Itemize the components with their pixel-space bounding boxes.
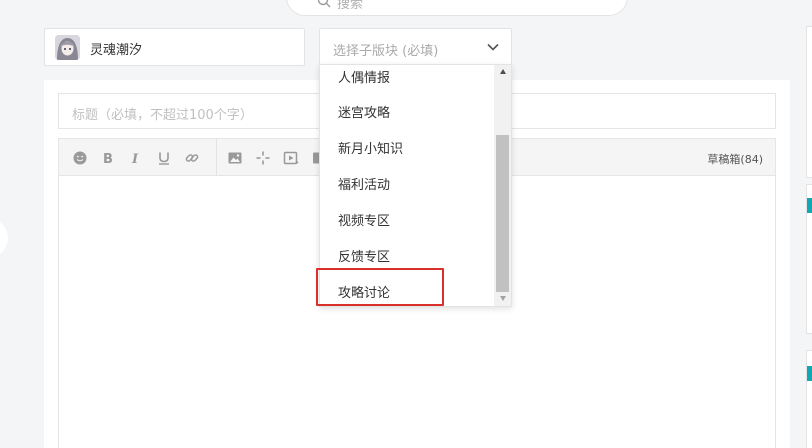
scrollbar-thumb[interactable] [496, 135, 509, 292]
image-icon[interactable] [227, 150, 243, 166]
right-sidebar-card [806, 350, 812, 448]
dropdown-item[interactable]: 反馈专区 [338, 246, 390, 265]
bold-icon[interactable]: B [100, 150, 116, 166]
italic-icon[interactable]: I [128, 150, 144, 166]
toolbar-divider [216, 139, 217, 175]
accent-bar [807, 366, 812, 381]
scroll-up-arrow-icon[interactable] [500, 69, 506, 74]
draft-box-link[interactable]: 草稿箱(84) [707, 151, 763, 167]
svg-text:I: I [131, 152, 139, 166]
dropdown-scrollbar[interactable] [494, 65, 511, 306]
search-placeholder: 搜索 [337, 0, 364, 12]
video-icon[interactable] [283, 150, 299, 166]
dropdown-item[interactable]: 福利活动 [338, 174, 390, 193]
right-sidebar-card [806, 26, 812, 178]
dropdown-item[interactable]: 视频专区 [338, 210, 390, 229]
accent-bar [807, 198, 812, 213]
subforum-select[interactable]: 选择子版块 (必填) [319, 28, 512, 66]
user-name: 灵魂潮汐 [90, 43, 143, 58]
side-handle[interactable] [0, 218, 8, 258]
dropdown-item[interactable]: 新月小知识 [338, 138, 403, 157]
subforum-select-placeholder: 选择子版块 (必填) [333, 44, 439, 59]
search-icon [317, 0, 331, 8]
user-selector: 灵魂潮汐 [44, 28, 305, 66]
title-input-placeholder: 标题（必填，不超过100个字） [72, 108, 253, 123]
avatar [55, 35, 80, 60]
dropdown-item[interactable]: 人偶情报 [338, 67, 390, 86]
search-box[interactable]: 搜索 [286, 0, 628, 16]
chevron-down-icon [487, 43, 499, 51]
move-icon[interactable] [255, 150, 271, 166]
emoji-icon[interactable] [72, 150, 88, 166]
scroll-down-arrow-icon[interactable] [500, 296, 506, 301]
right-sidebar-card [806, 184, 812, 334]
link-icon[interactable] [184, 150, 200, 166]
underline-icon[interactable] [156, 150, 172, 166]
highlight-box [316, 268, 444, 306]
dropdown-item[interactable]: 迷宫攻略 [338, 102, 390, 121]
svg-text:B: B [103, 152, 113, 166]
